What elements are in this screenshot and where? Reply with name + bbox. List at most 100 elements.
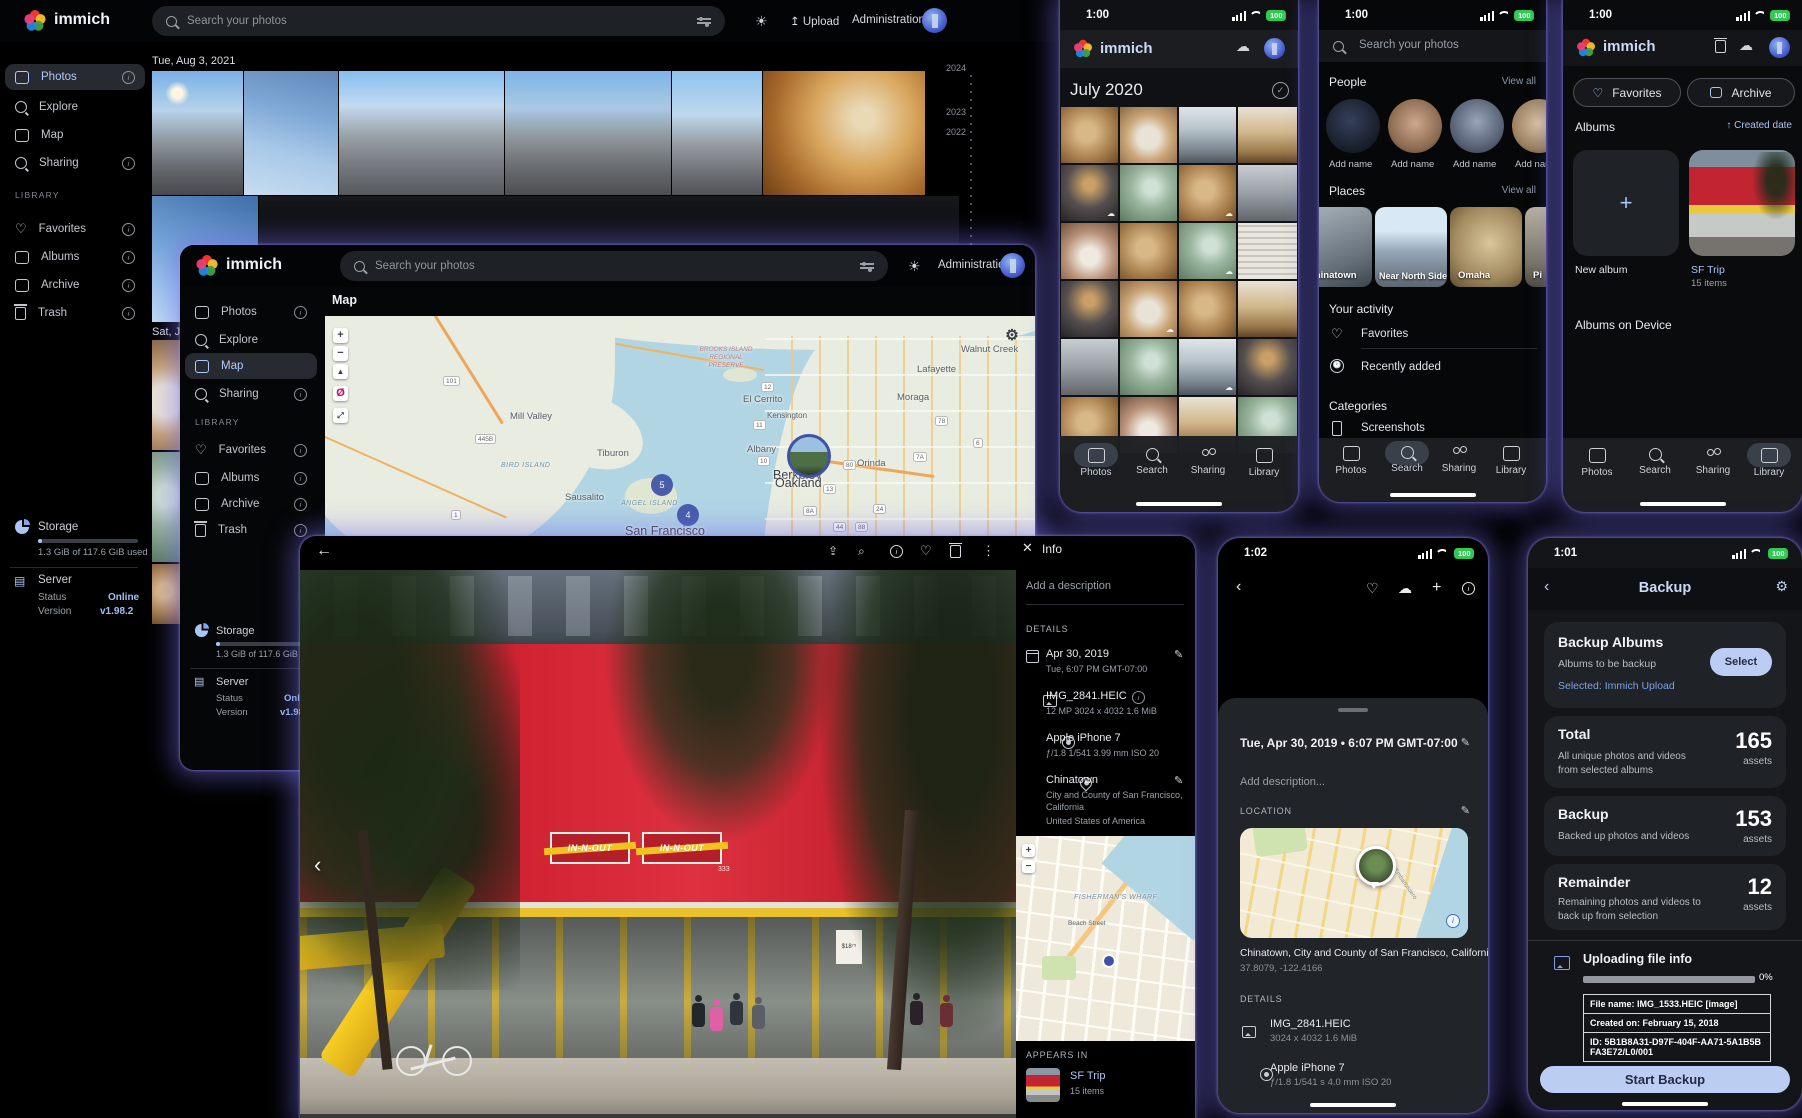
more-icon[interactable]: ⋮ xyxy=(982,543,995,559)
add-icon[interactable]: + xyxy=(1432,579,1441,597)
photo-thumbnail[interactable]: ☁ xyxy=(1061,165,1118,221)
place-card[interactable]: Pi xyxy=(1525,207,1546,287)
avatar[interactable] xyxy=(1264,38,1285,59)
administration-link[interactable]: Administration xyxy=(852,14,925,26)
map-zoom-in-button[interactable]: + xyxy=(333,328,348,343)
photo-thumbnail[interactable] xyxy=(1061,339,1118,395)
cloud-sync-icon[interactable]: ☁ xyxy=(1236,38,1250,55)
place-card[interactable]: Near North Side xyxy=(1375,207,1447,287)
file-info-icon[interactable]: i xyxy=(1132,691,1145,704)
photo-thumbnail[interactable] xyxy=(152,564,180,624)
photo-thumbnail[interactable] xyxy=(1238,339,1297,395)
photo-thumbnail[interactable] xyxy=(244,71,338,195)
album-card-sf-trip[interactable] xyxy=(1689,150,1795,256)
nav-library[interactable]: Library xyxy=(1483,446,1539,476)
add-description-field[interactable]: Add description... xyxy=(1240,776,1325,788)
nav-search[interactable]: Search xyxy=(1627,448,1683,476)
search-input[interactable]: Search your photos xyxy=(1359,39,1459,51)
start-backup-button[interactable]: Start Backup xyxy=(1540,1066,1790,1093)
map-locate-button[interactable]: ▲ xyxy=(333,364,348,379)
home-indicator[interactable] xyxy=(1390,493,1476,497)
location-minimap[interactable]: FISHERMAN'S WHARF Beach Street + − xyxy=(1016,836,1195,1041)
photo-thumbnail[interactable] xyxy=(152,340,180,450)
search-input[interactable]: Search your photos xyxy=(152,6,725,36)
info-icon[interactable]: i xyxy=(122,223,135,236)
minimap-zoom-out[interactable]: − xyxy=(1022,860,1035,873)
person-avatar[interactable] xyxy=(1450,99,1504,153)
info-icon[interactable]: i xyxy=(294,306,307,319)
cloud-sync-icon[interactable]: ☁ xyxy=(1739,37,1753,54)
sidebar-item-favorites[interactable]: ♡ Favorites i xyxy=(185,437,317,463)
photo-viewer-image[interactable]: IN-N-OUT IN-N-OUT 333 $18⁷⁵ xyxy=(300,570,1016,1118)
select-button[interactable]: Select xyxy=(1710,648,1772,676)
info-icon[interactable]: i xyxy=(1462,582,1475,595)
nav-sharing[interactable]: Sharing xyxy=(1431,446,1487,474)
nav-photos[interactable]: Photos xyxy=(1068,448,1124,478)
minimap-attribution-icon[interactable]: i xyxy=(1446,914,1460,928)
photo-thumbnail[interactable] xyxy=(1061,281,1118,337)
photo-thumbnail[interactable] xyxy=(1238,107,1297,163)
photo-thumbnail[interactable] xyxy=(672,71,762,195)
photo-viewer-dark[interactable] xyxy=(1218,604,1488,698)
nav-photos[interactable]: Photos xyxy=(1569,448,1625,478)
photo-thumbnail[interactable]: ☁ xyxy=(1179,223,1236,279)
place-card[interactable]: Chinatown xyxy=(1319,207,1372,287)
sidebar-item-archive[interactable]: Archive i xyxy=(185,491,317,517)
sidebar-item-trash[interactable]: Trash i xyxy=(185,517,317,543)
favorites-button[interactable]: ♡ Favorites xyxy=(1573,78,1681,107)
location-minimap[interactable]: The Embarcadero i xyxy=(1240,828,1468,938)
sidebar-item-explore[interactable]: Explore xyxy=(5,94,145,120)
zoom-icon[interactable]: ⌕ xyxy=(858,544,865,559)
info-icon[interactable]: i xyxy=(294,472,307,485)
photo-thumbnail[interactable] xyxy=(1238,281,1297,337)
nav-library[interactable]: Library xyxy=(1741,448,1797,478)
home-indicator[interactable] xyxy=(1136,502,1222,506)
sidebar-item-archive[interactable]: Archive i xyxy=(5,272,145,298)
photo-thumbnail[interactable] xyxy=(339,71,504,195)
trash-icon[interactable] xyxy=(1715,40,1726,58)
info-icon[interactable]: i xyxy=(294,388,307,401)
nav-search[interactable]: Search xyxy=(1379,446,1435,474)
sidebar-item-trash[interactable]: Trash i xyxy=(5,300,145,326)
favorite-icon[interactable]: ♡ xyxy=(920,543,932,559)
photo-thumbnail[interactable] xyxy=(1179,107,1236,163)
filter-icon[interactable] xyxy=(860,261,874,271)
edit-date-icon[interactable]: ✎ xyxy=(1461,736,1470,749)
favorite-icon[interactable]: ♡ xyxy=(1366,580,1379,597)
map-cluster-marker[interactable]: 5 xyxy=(651,474,673,496)
close-icon[interactable]: ✕ xyxy=(1022,540,1033,556)
photo-thumbnail[interactable] xyxy=(1120,107,1177,163)
back-icon[interactable]: ← xyxy=(316,542,332,560)
home-indicator[interactable] xyxy=(1640,502,1726,506)
info-icon[interactable]: i xyxy=(890,545,903,558)
photo-thumbnail[interactable] xyxy=(1120,339,1177,395)
edit-location-icon[interactable]: ✎ xyxy=(1174,774,1183,787)
info-icon[interactable]: i xyxy=(122,279,135,292)
place-card[interactable]: Omaha xyxy=(1450,207,1522,287)
photo-thumbnail[interactable] xyxy=(763,71,925,195)
people-view-all[interactable]: View all xyxy=(1502,76,1536,87)
sidebar-item-albums[interactable]: Albums i xyxy=(5,244,145,270)
photo-thumbnail[interactable] xyxy=(1120,223,1177,279)
photo-thumbnail[interactable] xyxy=(1238,223,1297,279)
archive-button[interactable]: Archive xyxy=(1687,78,1795,107)
photo-thumbnail[interactable]: ☁ xyxy=(1120,281,1177,337)
nav-photos[interactable]: Photos xyxy=(1323,446,1379,476)
info-icon[interactable]: i xyxy=(294,444,307,457)
nav-sharing[interactable]: Sharing xyxy=(1180,448,1236,476)
sidebar-item-map[interactable]: Map xyxy=(5,122,145,148)
sidebar-item-map[interactable]: Map xyxy=(185,353,317,379)
album-row[interactable]: SF Trip 15 items xyxy=(1026,1068,1186,1102)
info-icon[interactable]: i xyxy=(122,71,135,84)
sheet-drag-handle[interactable] xyxy=(1338,708,1368,712)
home-indicator[interactable] xyxy=(1622,1102,1708,1106)
photo-thumbnail[interactable] xyxy=(152,71,243,195)
upload-button[interactable]: ↥ Upload xyxy=(790,14,839,28)
settings-gear-icon[interactable]: ⚙ xyxy=(1775,578,1788,595)
sidebar-item-photos[interactable]: Photos i xyxy=(185,299,317,325)
edit-location-icon[interactable]: ✎ xyxy=(1461,804,1470,817)
map-photo-marker[interactable] xyxy=(787,434,831,478)
map-fullscreen-button[interactable]: ⤢ xyxy=(333,408,348,423)
map-cluster-marker[interactable]: 4 xyxy=(677,504,699,526)
person-add-name[interactable]: Add name xyxy=(1453,159,1496,170)
